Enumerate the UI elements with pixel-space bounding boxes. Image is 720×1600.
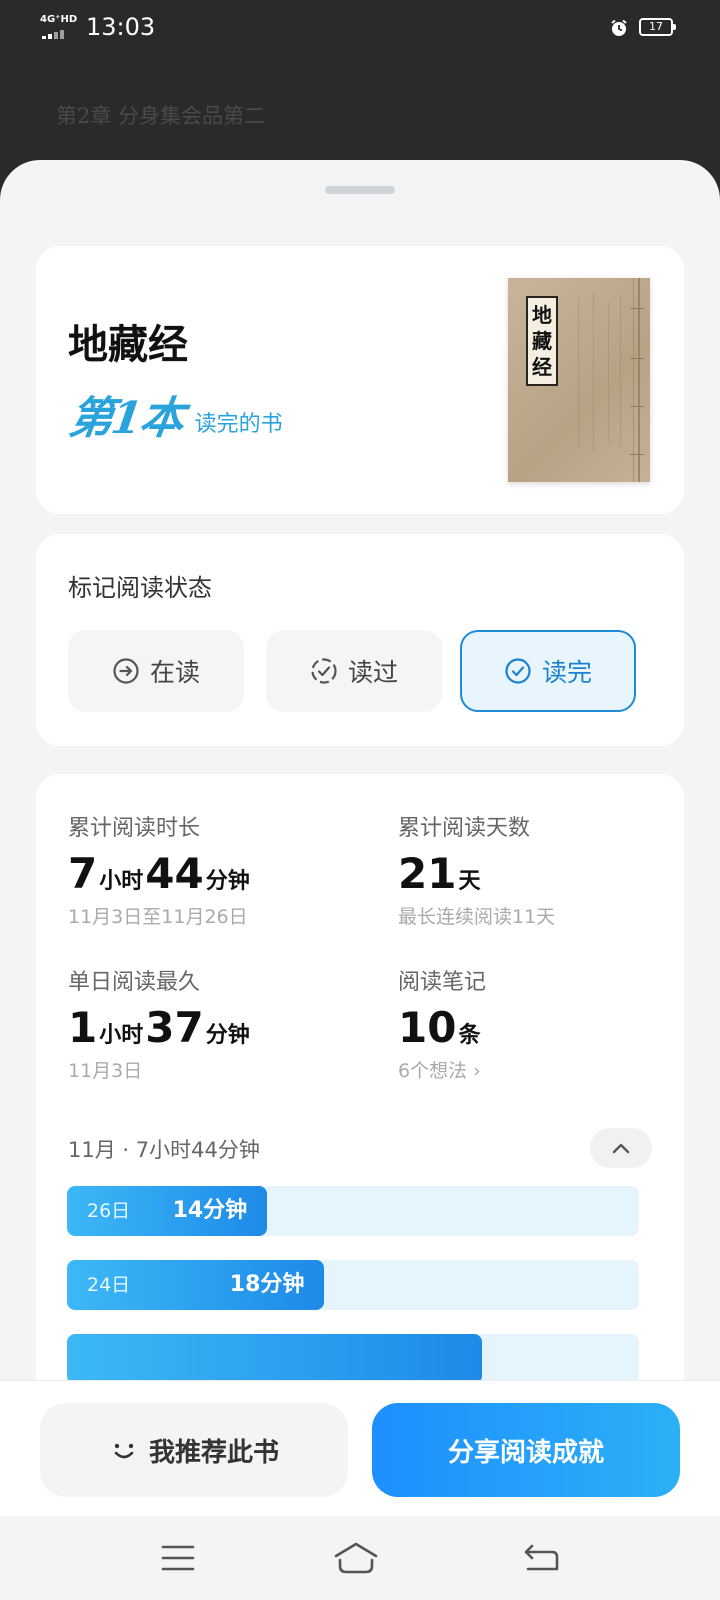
- stat-subtitle: 11月3日: [68, 1060, 143, 1082]
- bottom-action-bar: 我推荐此书 分享阅读成就: [0, 1380, 720, 1517]
- stat-subtitle[interactable]: 6个想法 ›: [398, 1056, 486, 1083]
- status-finished-button[interactable]: 读完: [460, 630, 636, 712]
- book-cover[interactable]: 地藏经: [508, 278, 650, 482]
- stat-unit: 分钟: [205, 1023, 250, 1048]
- chevron-right-icon: ›: [473, 1060, 481, 1082]
- daily-bar: [67, 1334, 639, 1384]
- month-label: 11月: [68, 1138, 116, 1162]
- stat-total-days: 累计阅读天数 21 天 最长连续阅读11天: [398, 810, 555, 929]
- stat-notes[interactable]: 阅读笔记 10 条 6个想法 ›: [398, 964, 486, 1083]
- stat-label: 累计阅读时长: [68, 816, 201, 841]
- stat-unit: 天: [458, 869, 481, 894]
- daily-bar: 24日 18分钟: [67, 1260, 639, 1310]
- recommend-label: 我推荐此书: [148, 1437, 279, 1468]
- stat-value: 1: [68, 1003, 98, 1052]
- network-signal-icon: 4G⁺HD: [40, 14, 78, 40]
- recommend-button[interactable]: 我推荐此书: [40, 1403, 348, 1497]
- stat-value: 7: [68, 849, 98, 898]
- home-icon[interactable]: [332, 1538, 380, 1578]
- stat-value: 37: [145, 1003, 204, 1052]
- system-nav-bar: [0, 1516, 720, 1600]
- stat-subtitle: 最长连续阅读11天: [398, 906, 556, 928]
- stat-subtitle: 11月3日至11月26日: [68, 906, 248, 928]
- status-option-label: 读完: [541, 658, 592, 687]
- stat-value: 44: [145, 849, 204, 898]
- reading-status-title: 标记阅读状态: [68, 574, 212, 602]
- thoughts-link[interactable]: 6个想法: [398, 1060, 467, 1082]
- check-circle-icon: [505, 658, 531, 684]
- alarm-icon: [611, 19, 627, 36]
- daily-bar-minutes: 14分钟: [172, 1198, 248, 1223]
- daily-bar-day: 24日: [87, 1274, 131, 1296]
- reading-status-card: 标记阅读状态 在读 读过 读完: [36, 534, 684, 746]
- stat-total-time: 累计阅读时长 7 小时 44 分钟 11月3日至11月26日: [68, 810, 252, 929]
- share-label: 分享阅读成就: [447, 1437, 604, 1468]
- daily-bar-day: 26日: [87, 1200, 131, 1222]
- stat-label: 单日阅读最久: [68, 970, 201, 995]
- status-time: 13:03: [86, 13, 156, 41]
- stat-value: 10: [398, 1003, 457, 1052]
- daily-bar-fill: [67, 1334, 482, 1384]
- menu-icon[interactable]: [158, 1538, 198, 1578]
- stat-label: 累计阅读天数: [398, 816, 531, 841]
- stat-unit: 条: [458, 1023, 481, 1048]
- stat-unit: 小时: [99, 869, 144, 894]
- rank-number: 第1本: [65, 393, 186, 444]
- chapter-title: 第2章 分身集会品第二: [56, 104, 266, 128]
- finished-rank: 第1本 读完的书: [66, 386, 283, 446]
- dot-separator: ·: [122, 1138, 136, 1162]
- book-card: 地藏经 第1本 读完的书 地藏经: [36, 246, 684, 514]
- stat-unit: 小时: [99, 1023, 144, 1048]
- status-reading-button[interactable]: 在读: [68, 630, 244, 712]
- smile-icon: [114, 1443, 134, 1459]
- share-achievement-button[interactable]: 分享阅读成就: [372, 1403, 680, 1497]
- daily-bar-minutes: 18分钟: [229, 1272, 305, 1297]
- back-icon[interactable]: [522, 1538, 562, 1578]
- month-total: 7小时44分钟: [135, 1138, 260, 1162]
- rank-caption: 读完的书: [194, 412, 283, 437]
- sheet-drag-handle[interactable]: [325, 186, 395, 194]
- status-bar: 4G⁺HD 13:03 17: [0, 0, 720, 56]
- stat-label: 阅读笔记: [398, 970, 487, 995]
- stat-unit: 分钟: [205, 869, 250, 894]
- chevron-up-icon: [612, 1143, 630, 1154]
- arrow-circle-icon: [113, 658, 139, 684]
- cover-title: 地藏经: [526, 296, 558, 386]
- battery-icon: 17: [639, 18, 676, 36]
- dashed-check-circle-icon: [311, 658, 337, 684]
- status-option-label: 读过: [347, 658, 398, 687]
- status-option-label: 在读: [149, 658, 200, 687]
- month-summary: 11月 · 7小时44分钟: [68, 1134, 260, 1164]
- status-read-button[interactable]: 读过: [266, 630, 442, 712]
- daily-bar: 26日 14分钟: [67, 1186, 639, 1236]
- stat-longest-day: 单日阅读最久 1 小时 37 分钟 11月3日: [68, 964, 252, 1083]
- book-title: 地藏经: [68, 321, 188, 368]
- stat-value: 21: [398, 849, 457, 898]
- collapse-button[interactable]: [590, 1128, 652, 1168]
